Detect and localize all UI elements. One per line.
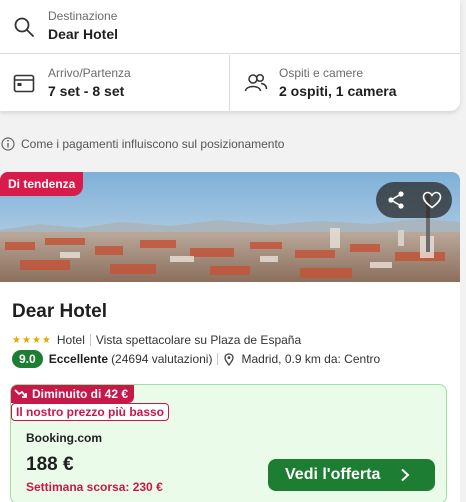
hotel-location: Madrid, 0.9 km da: Centro [241,352,381,366]
star-icon: ★ [31,334,41,346]
star-icon: ★ [12,334,21,346]
search-card: Destinazione Dear Hotel Arrivo/Partenza … [0,0,460,111]
guests-field[interactable]: Ospiti e camere 2 ospiti, 1 camera [231,55,460,111]
last-week-price: Settimana scorsa: 230 € [26,480,163,494]
destination-field[interactable]: Destinazione Dear Hotel [0,0,460,54]
trend-down-icon [14,389,27,398]
rating-badge: 9.0 [12,350,43,368]
rating-word: Eccellente [48,352,109,366]
heart-icon [422,191,442,209]
hotel-meta: ★ ★ ★ ★ Hotel Vista spettacolare su Plaz… [12,333,301,347]
hotel-photo[interactable]: Di tendenza [0,172,460,282]
calendar-icon [13,74,35,93]
hotel-feature: Vista spettacolare su Plaza de España [95,333,302,347]
destination-value: Dear Hotel [48,26,119,42]
deal-box[interactable]: Diminuito di 42 € Il nostro prezzo più b… [10,384,447,502]
provider-name: Booking.com [26,431,103,445]
chevron-right-icon [401,468,410,482]
divider [89,334,91,346]
rating-line: 9.0 Eccellente (24694 valutazioni) Madri… [12,350,380,368]
view-deal-label: Vedi l'offerta [285,466,381,483]
people-icon [244,73,268,92]
search-icon [14,17,34,37]
ranking-info-link[interactable]: Come i pagamenti influiscono sul posizio… [0,136,284,152]
hotel-name[interactable]: Dear Hotel [12,301,107,323]
view-deal-button[interactable]: Vedi l'offerta [268,459,435,491]
price: 188 € [26,454,74,475]
dates-field[interactable]: Arrivo/Partenza 7 set - 8 set [0,55,230,111]
destination-label: Destinazione [48,9,118,23]
price-drop-text: Diminuito di 42 € [32,387,129,401]
share-icon [388,191,404,209]
guests-label: Ospiti e camere [279,66,364,80]
info-icon [1,137,15,151]
lowest-price-badge: Il nostro prezzo più basso [11,403,170,421]
review-count: (24694 valutazioni) [111,352,213,366]
dates-value: 7 set - 8 set [48,83,125,99]
hotel-type: Hotel [56,333,85,347]
favorite-button[interactable] [420,188,444,212]
location-pin-icon [224,352,235,366]
divider [217,353,219,365]
trending-badge: Di tendenza [0,172,84,196]
dates-label: Arrivo/Partenza [48,66,131,80]
photo-actions [376,182,452,218]
star-icon: ★ [41,334,51,346]
share-button[interactable] [384,188,408,212]
guests-value: 2 ospiti, 1 camera [279,83,397,99]
hotel-stars: ★ ★ ★ ★ [12,335,51,346]
price-drop-badge: Diminuito di 42 € [11,385,135,403]
star-icon: ★ [21,334,31,346]
ranking-info-text: Come i pagamenti influiscono sul posizio… [21,137,285,151]
hotel-card[interactable]: Di tendenza Dear Hotel ★ ★ ★ ★ Hotel Vis… [0,172,460,502]
